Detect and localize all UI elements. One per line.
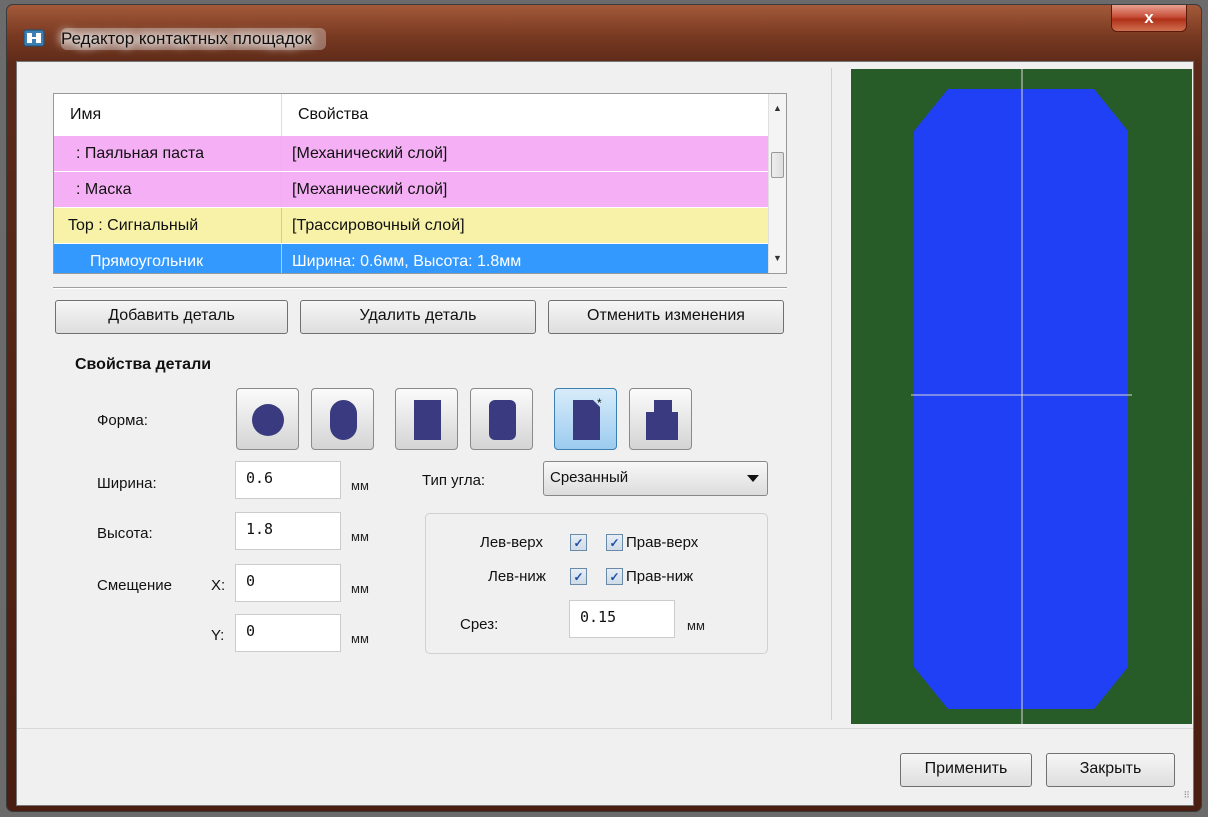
- pad-shape: [914, 89, 1128, 709]
- bottom-right-checkbox[interactable]: ✓: [606, 568, 623, 585]
- chamfer-label: Срез:: [460, 616, 499, 633]
- chamfer-corners-group: Лев-верх ✓ ✓ Прав-верх Лев-ниж ✓ ✓ Прав-…: [425, 513, 768, 654]
- top-left-label: Лев-верх: [480, 534, 543, 551]
- height-unit: мм: [351, 529, 369, 544]
- offset-y-unit: мм: [351, 631, 369, 646]
- offset-label: Смещение: [97, 577, 173, 594]
- layers-scrollbar[interactable]: ▲ ▼: [768, 94, 786, 273]
- layer-row-rectangle-selected[interactable]: Прямоугольник Ширина: 0.6мм, Высота: 1.8…: [54, 243, 772, 273]
- layer-name: : Маска: [54, 171, 282, 208]
- layer-row-solder-paste[interactable]: : Паяльная паста [Механический слой]: [54, 136, 772, 172]
- shape-custom-button[interactable]: [629, 388, 692, 450]
- dropdown-arrow-icon: [747, 475, 759, 482]
- shape-label: Форма:: [97, 412, 148, 429]
- custom-polygon-shape-icon: [646, 400, 678, 440]
- shape-chamfered-rectangle-button[interactable]: *: [554, 388, 617, 450]
- top-left-checkbox[interactable]: ✓: [570, 534, 587, 551]
- layer-properties: [Механический слой]: [281, 136, 772, 172]
- offset-y-label: Y:: [211, 627, 225, 644]
- top-right-label: Прав-верх: [626, 534, 699, 551]
- apply-button[interactable]: Применить: [900, 753, 1032, 787]
- undo-changes-button[interactable]: Отменить изменения: [548, 300, 784, 334]
- window-title: Редактор контактных площадок: [61, 28, 326, 50]
- bottom-left-checkbox[interactable]: ✓: [570, 568, 587, 585]
- column-header-properties[interactable]: Свойства: [281, 94, 772, 136]
- chamfer-unit: мм: [687, 618, 705, 633]
- top-right-checkbox[interactable]: ✓: [606, 534, 623, 551]
- rounded-rectangle-shape-icon: [489, 400, 516, 440]
- shape-rounded-rectangle-button[interactable]: [470, 388, 533, 450]
- layers-table[interactable]: Имя Свойства : Паяльная паста [Механичес…: [53, 93, 787, 274]
- vertical-separator: [831, 68, 832, 720]
- scroll-thumb[interactable]: [771, 152, 784, 178]
- pad-preview[interactable]: [851, 69, 1192, 724]
- layer-properties: [Трассировочный слой]: [281, 207, 772, 244]
- pad-preview-canvas: [911, 69, 1132, 724]
- shape-circle-button[interactable]: [236, 388, 299, 450]
- offset-y-field[interactable]: 0: [235, 614, 341, 652]
- rectangle-shape-icon: [414, 400, 441, 440]
- width-field[interactable]: 0.6: [235, 461, 341, 499]
- pad-editor-icon: [23, 29, 45, 47]
- circle-shape-icon: [252, 404, 284, 436]
- shape-rectangle-button[interactable]: [395, 388, 458, 450]
- bottom-right-label: Прав-ниж: [626, 568, 694, 585]
- chamfered-rectangle-shape-icon: *: [573, 396, 602, 440]
- layer-row-mask[interactable]: : Маска [Механический слой]: [54, 171, 772, 208]
- bottom-left-label: Лев-ниж: [488, 568, 546, 585]
- window-close-button[interactable]: x: [1111, 5, 1187, 32]
- height-field[interactable]: 1.8: [235, 512, 341, 550]
- chamfer-field[interactable]: 0.15: [569, 600, 675, 638]
- delete-part-button[interactable]: Удалить деталь: [300, 300, 536, 334]
- svg-text:*: *: [597, 396, 602, 410]
- footer-separator: [17, 728, 1193, 729]
- offset-x-label: X:: [211, 577, 226, 594]
- height-label: Высота:: [97, 525, 153, 542]
- scroll-down-arrow-icon[interactable]: ▼: [769, 250, 786, 267]
- oval-shape-icon: [330, 400, 357, 440]
- width-unit: мм: [351, 478, 369, 493]
- scroll-up-arrow-icon[interactable]: ▲: [769, 100, 786, 117]
- shape-oval-button[interactable]: [311, 388, 374, 450]
- layer-name: : Паяльная паста: [54, 136, 282, 172]
- part-properties-heading: Свойства детали: [75, 356, 212, 373]
- layer-row-top-signal[interactable]: Top : Сигнальный [Трассировочный слой]: [54, 207, 772, 244]
- layer-name: Прямоугольник: [54, 243, 282, 273]
- dialog-client-area: Имя Свойства : Паяльная паста [Механичес…: [16, 61, 1194, 806]
- corner-type-label: Тип угла:: [422, 472, 486, 489]
- resize-grip-icon[interactable]: ⠿: [1183, 790, 1190, 801]
- add-part-button[interactable]: Добавить деталь: [55, 300, 288, 334]
- pad-editor-window: Редактор контактных площадок x Имя Свойс…: [6, 4, 1202, 812]
- title-bar[interactable]: Редактор контактных площадок x: [7, 5, 1201, 57]
- column-header-name[interactable]: Имя: [54, 94, 282, 136]
- corner-type-select[interactable]: Срезанный: [543, 461, 768, 496]
- offset-x-unit: мм: [351, 581, 369, 596]
- layer-properties: [Механический слой]: [281, 171, 772, 208]
- layer-properties: Ширина: 0.6мм, Высота: 1.8мм: [281, 243, 772, 273]
- width-label: Ширина:: [97, 475, 157, 492]
- offset-x-field[interactable]: 0: [235, 564, 341, 602]
- separator: [53, 287, 787, 289]
- close-button[interactable]: Закрыть: [1046, 753, 1175, 787]
- corner-type-value: Срезанный: [550, 469, 629, 486]
- layer-name: Top : Сигнальный: [54, 207, 282, 244]
